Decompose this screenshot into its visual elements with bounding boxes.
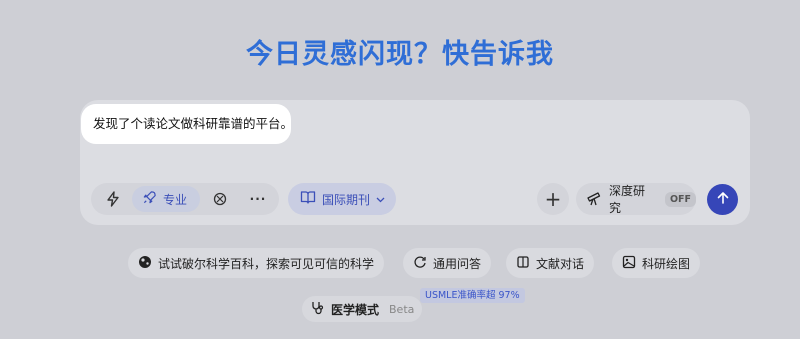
page-headline: 今日灵感闪现？快告诉我: [246, 39, 554, 70]
arrow-up-icon: [716, 190, 730, 209]
chat-icon: [413, 255, 427, 272]
journal-source-selector[interactable]: 国际期刊: [288, 183, 396, 215]
add-attachment-button[interactable]: +: [537, 183, 569, 215]
suggestion-chip-science-encyclopedia[interactable]: 试试破尔科学百科，探索可见可信的科学: [128, 248, 385, 278]
deep-research-state-badge: OFF: [664, 191, 696, 207]
medical-mode-label: 医学模式: [331, 302, 380, 317]
rocket-icon: [142, 190, 157, 208]
suggestion-label: 通用问答: [433, 256, 482, 271]
suggestion-chip-literature-chat[interactable]: 文献对话: [506, 248, 595, 278]
science-icon: [138, 255, 152, 272]
suggestion-chip-research-drawing[interactable]: 科研绘图: [612, 248, 701, 278]
suggestion-label: 试试破尔科学百科，探索可见可信的科学: [158, 256, 375, 271]
image-icon: [622, 255, 636, 272]
telescope-icon: [586, 190, 603, 209]
suggestion-chip-general-qa[interactable]: 通用问答: [403, 248, 492, 278]
deep-research-label: 深度研究: [609, 184, 646, 215]
chevron-down-icon: [376, 192, 385, 206]
medical-mode-chip[interactable]: 医学模式 Beta: [302, 296, 423, 322]
book-icon: [300, 190, 316, 208]
professional-mode-label: 专业: [163, 192, 188, 207]
beta-badge: Beta: [389, 302, 415, 316]
more-options-button[interactable]: ···: [246, 187, 270, 211]
usmle-accuracy-tag: USMLE准确率超 97%: [420, 288, 525, 303]
send-button[interactable]: [707, 184, 738, 215]
suggestion-label: 科研绘图: [642, 256, 691, 271]
lightning-icon[interactable]: [101, 187, 125, 211]
prompt-input-text[interactable]: 发现了个读论文做科研靠谱的平台。: [84, 107, 293, 141]
deep-research-toggle[interactable]: 深度研究 OFF: [576, 183, 696, 215]
stethoscope-icon: [310, 300, 325, 318]
openai-icon[interactable]: [208, 187, 232, 211]
journal-source-label: 国际期刊: [322, 192, 371, 207]
professional-mode-button[interactable]: 专业: [132, 186, 200, 212]
suggestion-label: 文献对话: [536, 256, 585, 271]
document-icon: [516, 255, 530, 272]
plus-icon: +: [544, 187, 562, 211]
